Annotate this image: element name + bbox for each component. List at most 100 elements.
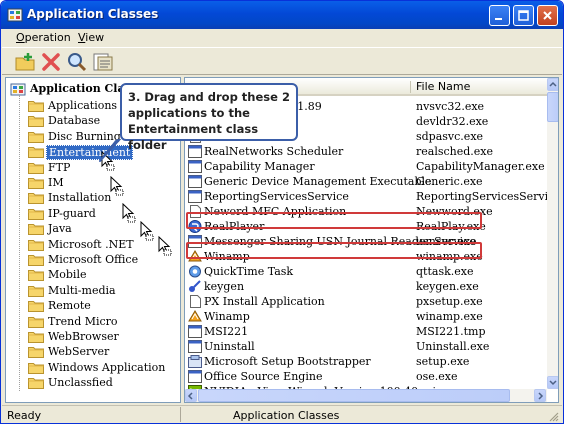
- folder-icon: [28, 316, 44, 328]
- folder-icon: [28, 347, 44, 359]
- list-row[interactable]: Winamp winamp.exe: [185, 309, 547, 324]
- folder-icon: [28, 131, 44, 143]
- row-file-name: winamp.exe: [416, 310, 483, 323]
- application-icon: [188, 190, 202, 203]
- list-row[interactable]: ReportingServicesService ReportingService…: [185, 189, 558, 204]
- list-row[interactable]: RealNetworks Scheduler realsched.exe: [185, 144, 547, 159]
- drag-cursor-icon: [110, 176, 124, 196]
- minimize-button[interactable]: [489, 5, 510, 26]
- list-row[interactable]: Generic Device Management Executable. Gen…: [185, 174, 547, 189]
- keygen-icon: [189, 280, 201, 292]
- drag-cursor-icon: [158, 236, 172, 256]
- status-ready: Ready: [7, 409, 42, 422]
- folder-icon: [28, 208, 44, 220]
- scroll-up-button[interactable]: [547, 78, 558, 91]
- maximize-icon: [518, 10, 529, 21]
- new-folder-icon[interactable]: [14, 51, 36, 73]
- find-icon[interactable]: [66, 51, 88, 73]
- list-row[interactable]: keygen keygen.exe: [185, 279, 547, 294]
- folder-icon: [28, 285, 44, 297]
- highlight-winamp: [186, 242, 482, 259]
- folder-icon: [28, 362, 44, 374]
- row-app-name: QuickTime Task: [204, 265, 294, 278]
- tree-item-label: Applications: [48, 99, 118, 112]
- row-file-name: nvsvc32.exe: [416, 100, 485, 113]
- menu-bar: Operation View: [2, 29, 562, 47]
- application-classes-icon: [10, 83, 26, 96]
- arrow-down-icon: [549, 380, 557, 386]
- row-app-name: MSI221: [204, 325, 249, 338]
- list-row[interactable]: QuickTime Task qttask.exe: [185, 264, 547, 279]
- app-icon: [7, 8, 23, 22]
- row-app-name: PX Install Application: [204, 295, 325, 308]
- column-divider[interactable]: [410, 81, 411, 93]
- application-icon: [188, 175, 202, 188]
- tree-connector: [19, 95, 20, 391]
- row-app-name: Generic Device Management Executable.: [204, 175, 436, 188]
- row-file-name: pxsetup.exe: [416, 295, 483, 308]
- menu-view[interactable]: View: [78, 31, 104, 44]
- drag-cursor-icon: [140, 221, 154, 241]
- arrow-up-icon: [549, 81, 557, 87]
- status-location: Application Classes: [233, 409, 340, 422]
- menu-operation[interactable]: Operation: [16, 31, 71, 44]
- list-row[interactable]: Uninstall Uninstall.exe: [185, 339, 547, 354]
- folder-icon: [28, 224, 44, 236]
- row-app-name: Microsoft Setup Bootstrapper: [204, 355, 371, 368]
- tree-item-label: IM: [48, 176, 64, 189]
- row-app-name: Winamp: [204, 310, 250, 323]
- list-row[interactable]: Capability Manager CapabilityManager.exe: [185, 159, 547, 174]
- horizontal-scroll-thumb[interactable]: [198, 389, 510, 402]
- row-file-name: keygen.exe: [416, 280, 479, 293]
- horizontal-scrollbar[interactable]: [185, 389, 547, 402]
- callout-pointer: [99, 139, 121, 162]
- scroll-left-button[interactable]: [185, 389, 197, 402]
- status-bar: Ready Application Classes: [2, 405, 562, 423]
- application-icon: [188, 340, 202, 353]
- tree-item-label: Multi-media: [48, 283, 116, 297]
- scroll-down-button[interactable]: [547, 376, 558, 389]
- folder-icon: [28, 301, 44, 313]
- row-file-name: Uninstall.exe: [416, 340, 490, 353]
- title-bar[interactable]: Application Classes: [1, 1, 563, 29]
- close-button[interactable]: [537, 5, 558, 26]
- resize-grip-icon[interactable]: [548, 411, 559, 422]
- folder-icon: [28, 116, 44, 128]
- maximize-button[interactable]: [513, 5, 534, 26]
- scroll-right-button[interactable]: [534, 389, 546, 402]
- row-app-name: ReportingServicesService: [204, 190, 349, 203]
- list-row[interactable]: Office Source Engine ose.exe: [185, 369, 547, 384]
- window-title: Application Classes: [27, 7, 159, 21]
- tree-item-label: Trend Micro: [48, 314, 118, 328]
- list-row[interactable]: MSI221 MSI221.tmp: [185, 324, 547, 339]
- instruction-callout: 3. Drag and drop these 2 applications to…: [120, 83, 298, 152]
- tree-item-label: Mobile: [48, 268, 87, 282]
- application-icon: [188, 160, 202, 173]
- delete-icon[interactable]: [40, 51, 62, 73]
- tree-item-label: WebBrowser: [48, 330, 119, 343]
- folder-icon: [28, 101, 44, 112]
- list-row[interactable]: Microsoft Setup Bootstrapper setup.exe: [185, 354, 547, 369]
- list-row[interactable]: PX Install Application pxsetup.exe: [185, 294, 547, 309]
- drag-cursor-icon: [122, 203, 136, 223]
- tree-item-label: Windows Application: [48, 360, 166, 374]
- arrow-left-icon: [187, 392, 193, 400]
- row-file-name: sdpasvc.exe: [416, 130, 484, 143]
- folder-icon: [28, 270, 44, 282]
- setup-icon: [188, 355, 202, 368]
- row-file-name: ReportingServicesService.exe: [416, 190, 558, 203]
- row-file-name: qttask.exe: [416, 265, 474, 278]
- vertical-scroll-thumb[interactable]: [547, 92, 558, 122]
- row-file-name: CapabilityManager.exe: [416, 160, 545, 173]
- application-icon: [188, 370, 202, 383]
- vertical-scrollbar[interactable]: [547, 78, 558, 389]
- tree-item-label: Java: [48, 222, 72, 236]
- folder-icon: [28, 255, 44, 266]
- column-header-file-name[interactable]: File Name: [416, 80, 470, 93]
- folder-icon: [28, 147, 44, 159]
- row-file-name: Generic.exe: [416, 175, 483, 188]
- properties-icon[interactable]: [92, 51, 114, 73]
- document-icon: [190, 295, 201, 308]
- application-icon: [188, 325, 202, 338]
- row-file-name: MSI221.tmp: [416, 325, 486, 338]
